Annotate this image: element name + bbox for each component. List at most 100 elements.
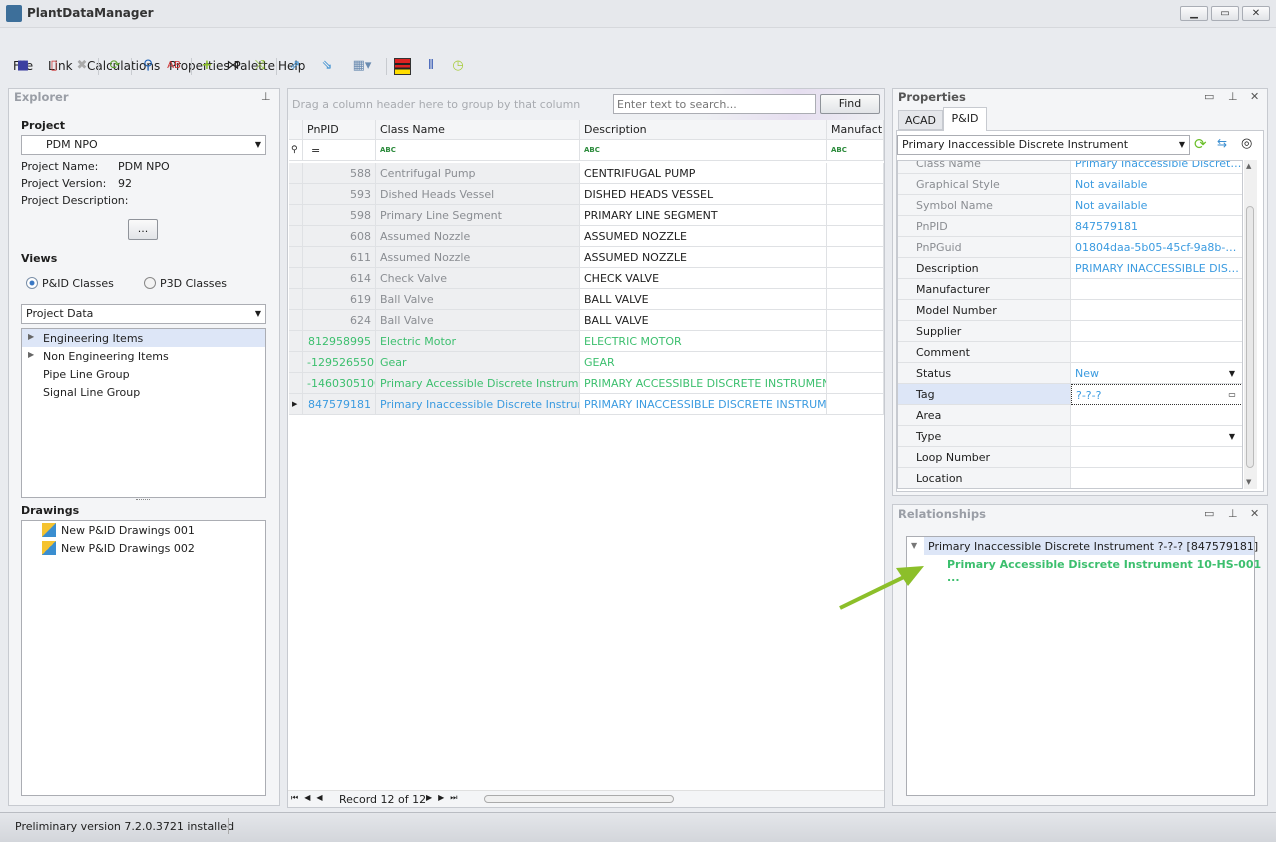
- cell-manufacturer[interactable]: [827, 247, 884, 268]
- navigator-next-last-icons[interactable]: ▶▶⏭: [426, 793, 464, 803]
- cell-manufacturer[interactable]: [827, 205, 884, 226]
- minimize-button[interactable]: ▁: [1180, 6, 1208, 21]
- compare-icon[interactable]: ◎: [1241, 136, 1252, 151]
- property-value[interactable]: [1071, 321, 1242, 342]
- cell-class-name[interactable]: Ball Valve: [376, 310, 580, 331]
- cell-class-name[interactable]: Assumed Nozzle: [376, 226, 580, 247]
- tree-item-non-engineering-items[interactable]: Non Engineering Items: [43, 350, 169, 363]
- replace-icon[interactable]: AB: [165, 57, 183, 75]
- drawing-item[interactable]: New P&ID Drawings 002: [61, 542, 195, 555]
- close-panel-icon[interactable]: ✕: [1250, 90, 1259, 103]
- cell-pnpid[interactable]: 624: [303, 310, 376, 331]
- cell-pnpid[interactable]: -1295265501: [303, 352, 376, 373]
- refresh-icon[interactable]: ⟳: [1194, 135, 1207, 153]
- scroll-down-icon[interactable]: ▼: [1246, 478, 1251, 486]
- cell-manufacturer[interactable]: [827, 352, 884, 373]
- cell-manufacturer[interactable]: [827, 394, 884, 415]
- row-indicator[interactable]: [289, 310, 303, 331]
- cell-class-name[interactable]: Dished Heads Vessel: [376, 184, 580, 205]
- tab-pid[interactable]: P&ID: [943, 107, 987, 131]
- search-input[interactable]: [613, 94, 816, 114]
- tree-item-signal-line-group[interactable]: Signal Line Group: [43, 386, 140, 399]
- row-indicator[interactable]: [289, 205, 303, 226]
- cell-class-name[interactable]: Primary Accessible Discrete Instrument: [376, 373, 580, 394]
- cell-pnpid[interactable]: 608: [303, 226, 376, 247]
- row-indicator[interactable]: ▶: [289, 394, 303, 415]
- property-value[interactable]: [1071, 468, 1242, 488]
- cell-class-name[interactable]: Primary Inaccessible Discrete Instrument: [376, 394, 580, 415]
- drawing-item[interactable]: New P&ID Drawings 001: [61, 524, 195, 537]
- cell-pnpid[interactable]: 812958995: [303, 331, 376, 352]
- cell-pnpid[interactable]: 588: [303, 163, 376, 184]
- cell-manufacturer[interactable]: [827, 289, 884, 310]
- cell-manufacturer[interactable]: [827, 310, 884, 331]
- cell-class-name[interactable]: Check Valve: [376, 268, 580, 289]
- cell-description[interactable]: CENTRIFUGAL PUMP: [580, 163, 827, 184]
- cell-description[interactable]: DISHED HEADS VESSEL: [580, 184, 827, 205]
- delete-icon[interactable]: ✖: [73, 57, 91, 75]
- refresh-icon[interactable]: ⟳: [106, 57, 124, 75]
- cell-pnpid[interactable]: -1460305100: [303, 373, 376, 394]
- column-header-description[interactable]: Description: [580, 120, 827, 140]
- maximize-panel-icon[interactable]: ▭: [1204, 507, 1214, 520]
- relationship-root[interactable]: Primary Inaccessible Discrete Instrument…: [928, 540, 1258, 553]
- row-indicator[interactable]: [289, 289, 303, 310]
- cell-class-name[interactable]: Electric Motor: [376, 331, 580, 352]
- cell-manufacturer[interactable]: [827, 331, 884, 352]
- close-file-icon[interactable]: ▯: [45, 57, 63, 75]
- chevron-down-icon[interactable]: ▼: [1223, 363, 1241, 384]
- row-indicator[interactable]: [289, 331, 303, 352]
- cell-class-name[interactable]: Assumed Nozzle: [376, 247, 580, 268]
- close-button[interactable]: ✕: [1242, 6, 1270, 21]
- cell-pnpid[interactable]: 847579181: [303, 394, 376, 415]
- property-value[interactable]: ?-?-?: [1071, 384, 1242, 405]
- property-value[interactable]: [1071, 426, 1242, 447]
- maximize-button[interactable]: ▭: [1211, 6, 1239, 21]
- filter-manufacturer[interactable]: ABC: [827, 140, 884, 161]
- cell-manufacturer[interactable]: [827, 268, 884, 289]
- more-button[interactable]: ...: [128, 219, 158, 240]
- cell-description[interactable]: PRIMARY LINE SEGMENT: [580, 205, 827, 226]
- radio-pid-classes[interactable]: [26, 277, 38, 289]
- relationship-child[interactable]: Primary Accessible Discrete Instrument 1…: [947, 558, 1276, 584]
- project-combo[interactable]: PDM NPO ▼: [21, 135, 266, 155]
- filter-pnpid[interactable]: =: [303, 140, 376, 161]
- save-icon[interactable]: ■: [14, 57, 32, 75]
- expand-icon[interactable]: ▶: [28, 332, 34, 341]
- pin-icon[interactable]: ⊥: [261, 90, 271, 103]
- splitter-handle[interactable]: [136, 499, 150, 501]
- cell-manufacturer[interactable]: [827, 163, 884, 184]
- cell-pnpid[interactable]: 611: [303, 247, 376, 268]
- column-header-manufacturer[interactable]: Manufactur: [827, 120, 884, 140]
- pin-icon[interactable]: ⊥: [1228, 90, 1238, 103]
- property-value[interactable]: [1071, 447, 1242, 468]
- cell-class-name[interactable]: Ball Valve: [376, 289, 580, 310]
- maximize-panel-icon[interactable]: ▭: [1204, 90, 1214, 103]
- cell-description[interactable]: BALL VALVE: [580, 289, 827, 310]
- collapse-icon[interactable]: ▼: [911, 541, 917, 550]
- history-icon[interactable]: ◷: [449, 57, 467, 75]
- row-indicator[interactable]: [289, 184, 303, 205]
- cell-manufacturer[interactable]: [827, 226, 884, 247]
- tree-item-pipe-line-group[interactable]: Pipe Line Group: [43, 368, 130, 381]
- filter-description[interactable]: ABC: [580, 140, 827, 161]
- cell-pnpid[interactable]: 593: [303, 184, 376, 205]
- add-icon[interactable]: +: [198, 57, 216, 75]
- property-value[interactable]: [1071, 342, 1242, 363]
- property-value[interactable]: [1071, 279, 1242, 300]
- property-value[interactable]: PRIMARY INACCESSIBLE DISCR...: [1071, 258, 1242, 279]
- row-indicator[interactable]: [289, 163, 303, 184]
- tab-acad[interactable]: ACAD: [898, 110, 943, 130]
- scrollbar-thumb[interactable]: [1246, 206, 1254, 468]
- view-combo[interactable]: Project Data ▼: [21, 304, 266, 324]
- cell-pnpid[interactable]: 619: [303, 289, 376, 310]
- find-button[interactable]: Find: [820, 94, 880, 114]
- cell-description[interactable]: PRIMARY ACCESSIBLE DISCRETE INSTRUMENT: [580, 373, 827, 394]
- cell-class-name[interactable]: Primary Line Segment: [376, 205, 580, 226]
- add-connection-icon[interactable]: ⋈: [224, 57, 242, 75]
- cell-description[interactable]: PRIMARY INACCESSIBLE DISCRETE INSTRUMENT: [580, 394, 827, 415]
- property-value[interactable]: [1071, 405, 1242, 426]
- ellipsis-editor-icon[interactable]: ▭: [1223, 384, 1241, 405]
- cell-description[interactable]: BALL VALVE: [580, 310, 827, 331]
- row-indicator[interactable]: [289, 268, 303, 289]
